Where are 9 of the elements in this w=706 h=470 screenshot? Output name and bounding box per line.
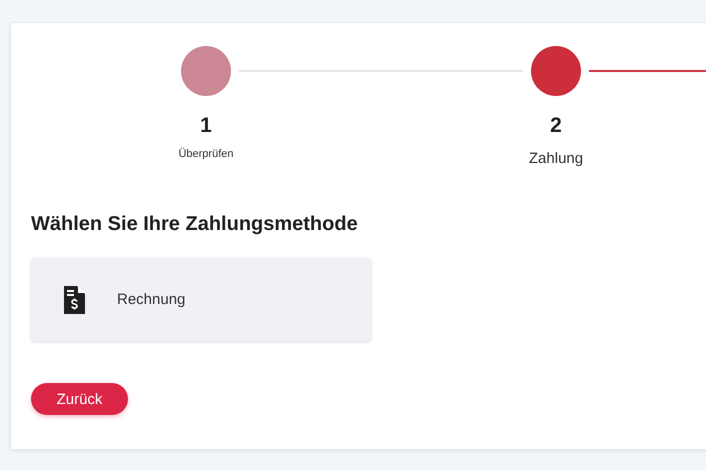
step-number: 2	[550, 114, 562, 138]
section-heading: Wählen Sie Ihre Zahlungsmethode	[31, 213, 359, 236]
invoice-icon	[64, 286, 85, 314]
step-label: Überprüfen	[178, 148, 234, 160]
payment-method-option[interactable]: Rechnung	[31, 258, 371, 341]
step-number: 1	[200, 114, 212, 138]
payment-method-label: Rechnung	[117, 291, 186, 308]
step-label: Zahlung	[528, 150, 584, 167]
back-button[interactable]: Zurück	[31, 383, 128, 415]
